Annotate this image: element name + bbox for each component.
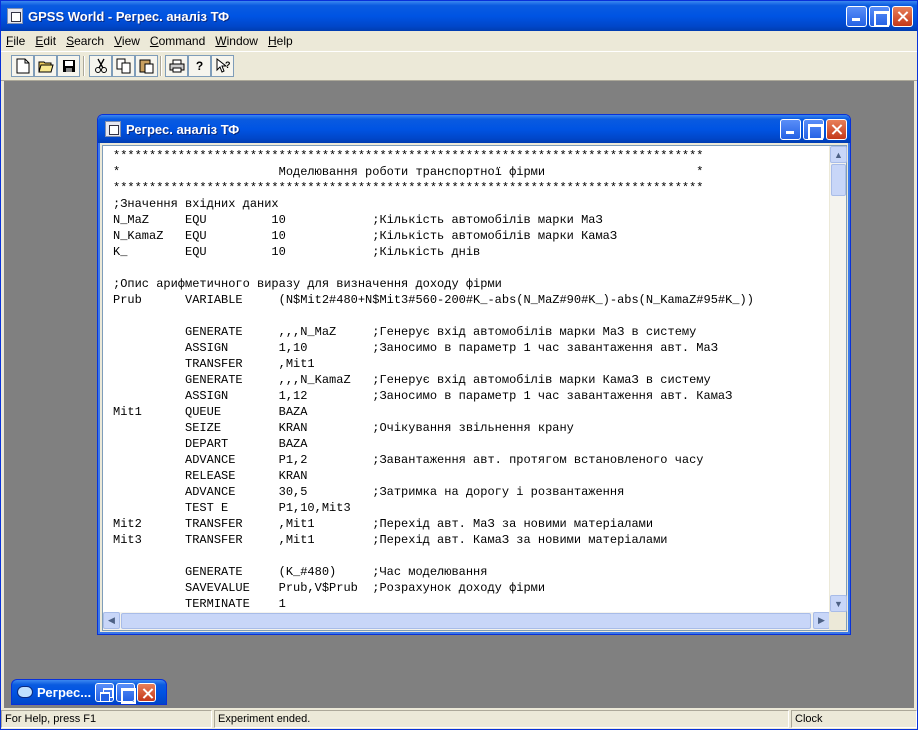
main-window-title: GPSS World - Регрес. аналіз ТФ xyxy=(28,8,230,24)
code-line[interactable]: Mit1 QUEUE BAZA xyxy=(113,404,829,420)
toolbar-misc-group: ? ? xyxy=(165,55,234,77)
status-message: Experiment ended. xyxy=(214,710,789,728)
svg-text:?: ? xyxy=(225,60,231,70)
toolbar-separator xyxy=(160,56,162,76)
scroll-up-icon[interactable]: ▲ xyxy=(830,146,847,163)
code-line[interactable]: N_KamaZ EQU 10 ;Кількість автомобілів ма… xyxy=(113,228,829,244)
scroll-down-icon[interactable]: ▼ xyxy=(830,595,847,612)
minimized-window-title: Регрес... xyxy=(37,684,92,700)
code-line[interactable]: GENERATE (K_#480) ;Час моделювання xyxy=(113,564,829,580)
paste-icon[interactable] xyxy=(135,55,158,77)
model-close-button[interactable] xyxy=(826,119,847,140)
menu-edit[interactable]: Edit xyxy=(30,34,61,48)
status-bar: For Help, press F1 Experiment ended. Clo… xyxy=(1,709,917,729)
code-line[interactable]: SAVEVALUE Prub,V$Prub ;Розрахунок доходу… xyxy=(113,580,829,596)
menu-search[interactable]: Search xyxy=(61,34,109,48)
code-line[interactable]: Mit3 TRANSFER ,Mit1 ;Перехід авт. КамаЗ … xyxy=(113,532,829,548)
cut-icon[interactable] xyxy=(89,55,112,77)
model-window-title: Регрес. аналіз ТФ xyxy=(126,121,240,137)
model-maximize-button[interactable] xyxy=(803,119,824,140)
minimized-maximize-button[interactable] xyxy=(116,682,137,704)
maximize-button[interactable] xyxy=(869,6,890,27)
code-line[interactable]: ADVANCE 30,5 ;Затримка на дорогу і розва… xyxy=(113,484,829,500)
minimized-window[interactable]: Регрес... xyxy=(11,679,167,705)
code-line[interactable]: ASSIGN 1,12 ;Заносимо в параметр 1 час з… xyxy=(113,388,829,404)
mdi-client-area: Регрес. аналіз ТФ **********************… xyxy=(4,81,914,708)
menu-bar: File Edit Search View Command Window Help xyxy=(1,31,917,51)
code-line[interactable] xyxy=(113,548,829,564)
status-clock: Clock xyxy=(791,710,917,728)
menu-window[interactable]: Window xyxy=(210,34,263,48)
horizontal-scroll-thumb[interactable] xyxy=(121,613,811,629)
code-line[interactable]: N_MaZ EQU 10 ;Кількість автомобілів марк… xyxy=(113,212,829,228)
toolbar-edit-group xyxy=(89,55,158,77)
code-line[interactable]: Prub VARIABLE (N$Mit2#480+N$Mit3#560-200… xyxy=(113,292,829,308)
code-line[interactable]: GENERATE ,,,N_MaZ ;Генерує вхід автомобі… xyxy=(113,324,829,340)
code-editor[interactable]: ****************************************… xyxy=(102,145,847,631)
code-line[interactable]: ADVANCE P1,2 ;Завантаження авт. протягом… xyxy=(113,452,829,468)
code-line[interactable]: ****************************************… xyxy=(113,180,829,196)
code-line[interactable]: TRANSFER ,Mit1 xyxy=(113,356,829,372)
model-window: Регрес. аналіз ТФ **********************… xyxy=(97,114,851,635)
save-icon[interactable] xyxy=(57,55,80,77)
model-document-icon[interactable] xyxy=(105,121,121,137)
code-line[interactable]: ****************************************… xyxy=(113,148,829,164)
model-window-title-bar[interactable]: Регрес. аналіз ТФ xyxy=(98,115,850,143)
horizontal-scrollbar[interactable]: ◀ ▶ xyxy=(103,612,830,630)
toolbar: ? ? xyxy=(1,51,917,81)
scroll-right-icon[interactable]: ▶ xyxy=(813,612,830,629)
help-icon[interactable]: ? xyxy=(188,55,211,77)
restore-button[interactable] xyxy=(95,682,115,702)
code-line[interactable]: K_ EQU 10 ;Кількість днів xyxy=(113,244,829,260)
code-line[interactable]: RELEASE KRAN xyxy=(113,468,829,484)
gpss-main-window: GPSS World - Регрес. аналіз ТФ File Edit S… xyxy=(0,0,918,730)
new-file-icon[interactable] xyxy=(11,55,34,77)
model-minimize-button[interactable] xyxy=(780,119,801,140)
close-button[interactable] xyxy=(892,6,913,27)
toolbar-separator xyxy=(83,56,85,76)
code-line[interactable]: DEPART BAZA xyxy=(113,436,829,452)
menu-command[interactable]: Command xyxy=(145,34,210,48)
code-line[interactable] xyxy=(113,308,829,324)
minimized-window-controls xyxy=(95,682,157,704)
code-line[interactable] xyxy=(113,260,829,276)
menu-view[interactable]: View xyxy=(109,34,145,48)
code-line[interactable]: TERMINATE 1 xyxy=(113,596,829,612)
code-line[interactable]: ;Значення вхідних даних xyxy=(113,196,829,212)
code-line[interactable]: SEIZE KRAN ;Очікування звільнення крану xyxy=(113,420,829,436)
model-window-controls xyxy=(780,119,847,140)
copy-icon[interactable] xyxy=(112,55,135,77)
cloud-icon xyxy=(17,686,33,698)
vertical-scroll-thumb[interactable] xyxy=(831,164,846,196)
code-line[interactable]: ;Опис арифметичного виразу для визначенн… xyxy=(113,276,829,292)
minimize-button[interactable] xyxy=(846,6,867,27)
vertical-scrollbar[interactable]: ▲ ▼ xyxy=(829,146,847,612)
code-line[interactable]: Mit2 TRANSFER ,Mit1 ;Перехід авт. МаЗ за… xyxy=(113,516,829,532)
main-title-bar[interactable]: GPSS World - Регрес. аналіз ТФ xyxy=(1,1,917,31)
main-window-controls xyxy=(846,6,913,27)
code-line[interactable]: GENERATE ,,,N_KamaZ ;Генерує вхід автомо… xyxy=(113,372,829,388)
minimized-close-button[interactable] xyxy=(137,682,157,702)
code-line[interactable]: * Моделювання роботи транспортної фірми … xyxy=(113,164,829,180)
code-line[interactable]: TEST E P1,10,Mit3 xyxy=(113,500,829,516)
code-line[interactable]: ASSIGN 1,10 ;Заносимо в параметр 1 час з… xyxy=(113,340,829,356)
code-text-area[interactable]: ****************************************… xyxy=(103,146,829,612)
gpss-app-icon[interactable] xyxy=(7,8,23,24)
print-icon[interactable] xyxy=(165,55,188,77)
menu-file[interactable]: File xyxy=(1,34,30,48)
scroll-left-icon[interactable]: ◀ xyxy=(103,612,120,629)
status-help-text: For Help, press F1 xyxy=(1,710,212,728)
scrollbar-corner xyxy=(829,612,846,630)
open-folder-icon[interactable] xyxy=(34,55,57,77)
toolbar-file-group xyxy=(11,55,80,77)
menu-help[interactable]: Help xyxy=(263,34,298,48)
context-help-icon[interactable]: ? xyxy=(211,55,234,77)
